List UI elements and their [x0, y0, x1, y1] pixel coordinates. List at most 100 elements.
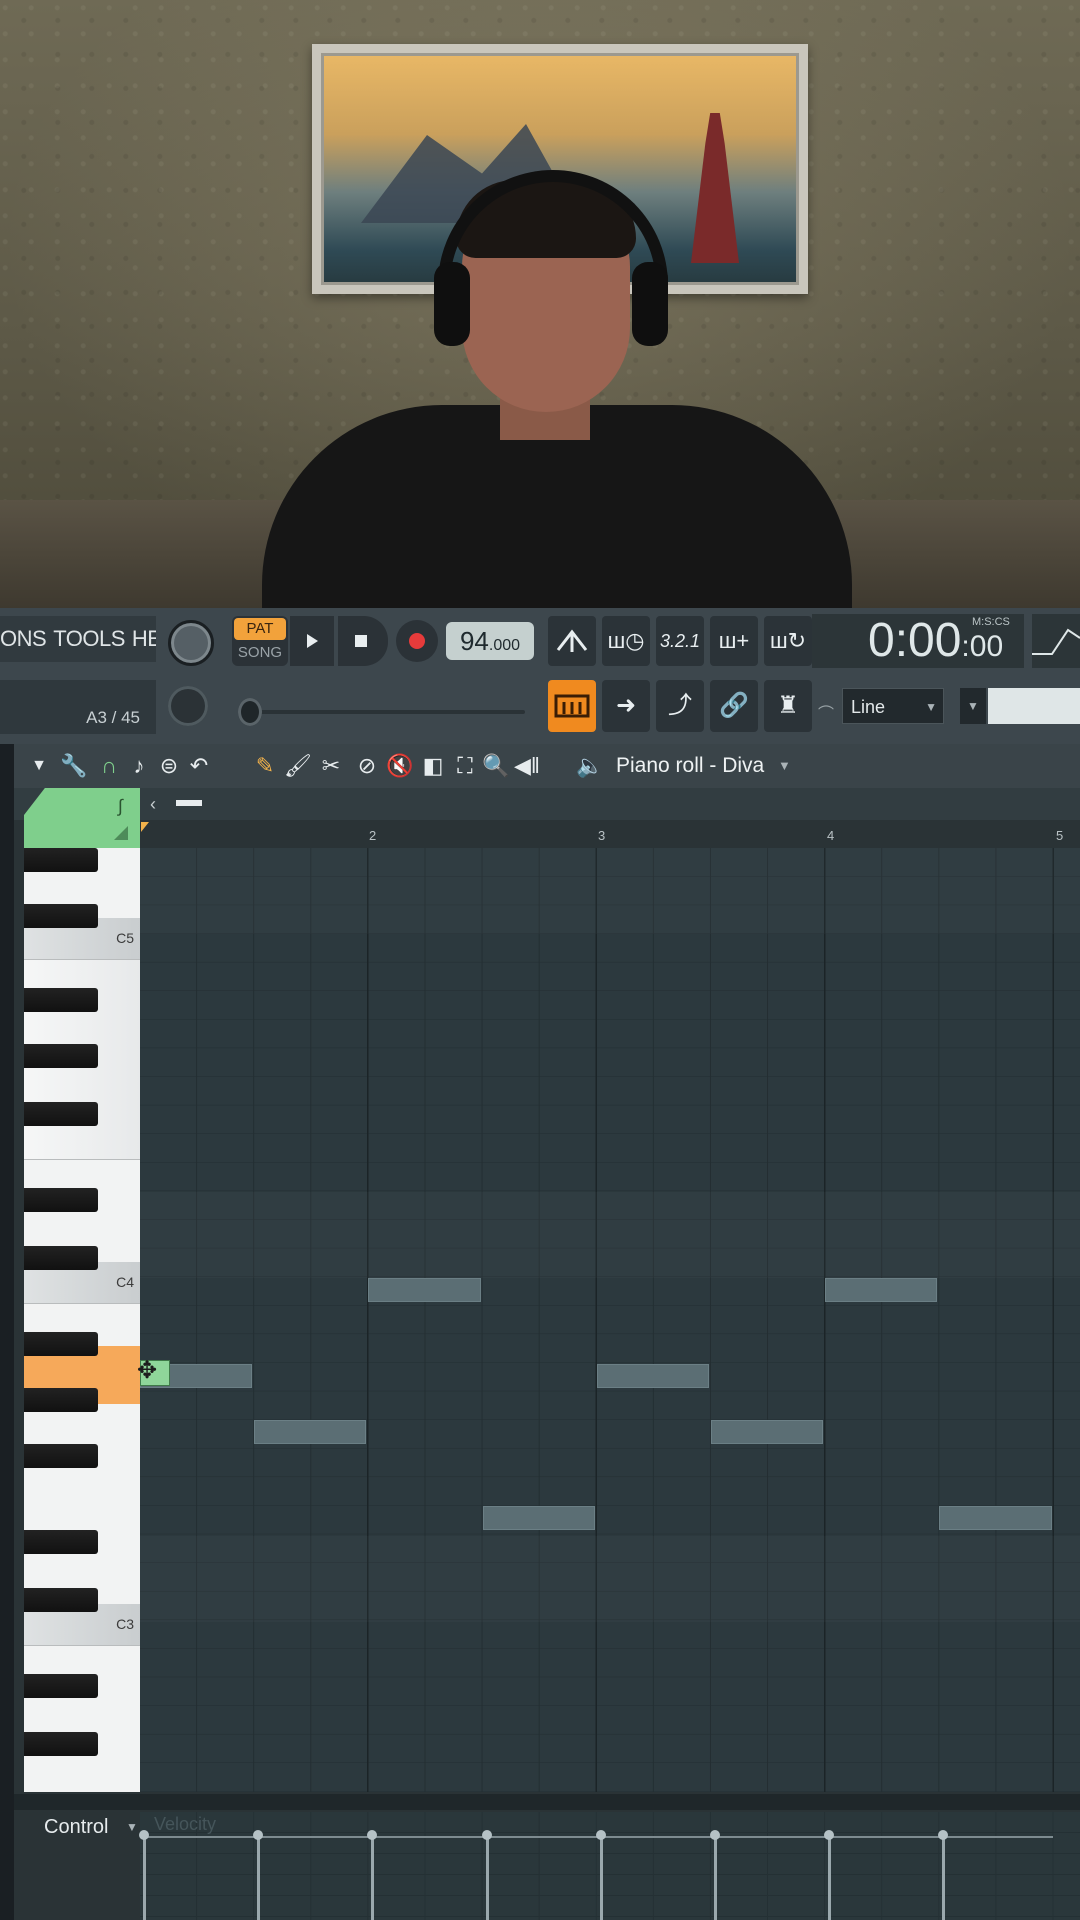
- pattern-slider-thumb[interactable]: [238, 698, 262, 726]
- velocity-stem[interactable]: [257, 1836, 261, 1920]
- brush-icon[interactable]: 🖌: [284, 752, 312, 780]
- playback-icon[interactable]: ◀‖: [514, 752, 540, 780]
- select-icon[interactable]: ⛶: [452, 752, 478, 780]
- record-button[interactable]: [396, 620, 438, 662]
- piano-key-black[interactable]: [24, 848, 98, 872]
- note-block[interactable]: [825, 1278, 938, 1302]
- list-icon[interactable]: ⊜: [156, 752, 182, 780]
- note-block[interactable]: [254, 1420, 367, 1444]
- pattern-slider-track[interactable]: [250, 710, 525, 714]
- chevron-down-icon[interactable]: ▼: [126, 1820, 138, 1834]
- pencil-icon[interactable]: ✎: [252, 752, 278, 780]
- menu-tools[interactable]: TOOLS: [53, 626, 125, 651]
- velocity-stem[interactable]: [828, 1836, 832, 1920]
- pat-mode-button[interactable]: PAT: [234, 618, 286, 640]
- note-block[interactable]: [711, 1420, 824, 1444]
- note-icon[interactable]: ♪: [126, 752, 152, 780]
- velocity-stem[interactable]: [599, 1836, 603, 1920]
- piano-key-black[interactable]: [24, 1044, 98, 1068]
- link-icon: 🔗: [719, 692, 749, 719]
- mixer-icon: ♜: [777, 692, 799, 719]
- song-mode-button[interactable]: SONG: [234, 642, 286, 664]
- piano-key-black[interactable]: [24, 1732, 98, 1756]
- piano-key-black[interactable]: [24, 988, 98, 1012]
- pattern-name-field[interactable]: [988, 688, 1080, 724]
- wrench-icon[interactable]: 🔧: [60, 752, 87, 780]
- piano-key-black[interactable]: [24, 1188, 98, 1212]
- playhead-marker[interactable]: [141, 822, 149, 832]
- note-block[interactable]: [596, 1364, 709, 1388]
- horizontal-scrollbar-thumb[interactable]: [176, 800, 202, 806]
- snap-select[interactable]: Line ▼: [842, 688, 944, 724]
- velocity-handle[interactable]: [481, 1830, 492, 1840]
- resize-corner-icon[interactable]: [114, 826, 128, 840]
- event-editor-divider[interactable]: [14, 1794, 1080, 1810]
- chevron-down-icon: ▼: [925, 700, 937, 714]
- menu-help[interactable]: HELP: [132, 626, 156, 651]
- master-volume-knob[interactable]: [168, 620, 214, 666]
- piano-key-black[interactable]: [24, 1530, 98, 1554]
- note-block[interactable]: [368, 1278, 481, 1302]
- link-button[interactable]: 🔗: [710, 680, 758, 732]
- note-block[interactable]: [482, 1506, 595, 1530]
- note-grid[interactable]: [140, 848, 1080, 1792]
- delete-icon[interactable]: ⊘: [354, 752, 380, 780]
- piano-key-black[interactable]: [24, 1246, 98, 1270]
- velocity-handle[interactable]: [139, 1830, 149, 1840]
- chevron-down-icon[interactable]: ▼: [778, 752, 791, 780]
- chop-icon[interactable]: ✂: [318, 752, 344, 780]
- menu-options[interactable]: ONS: [0, 626, 47, 651]
- note-block[interactable]: [939, 1506, 1052, 1530]
- piano-key-black[interactable]: [24, 904, 98, 928]
- undo-icon[interactable]: ↶: [186, 752, 212, 780]
- velocity-handle[interactable]: [595, 1830, 606, 1840]
- velocity-stem[interactable]: [485, 1836, 489, 1920]
- countdown-button[interactable]: 3.2.1: [656, 616, 704, 666]
- arrow-icon: ➜: [615, 692, 637, 719]
- time-format-label[interactable]: M:S:CS: [972, 616, 1010, 628]
- velocity-stem[interactable]: [143, 1836, 146, 1920]
- piano-keyboard[interactable]: C5 C4 C3: [24, 848, 140, 1792]
- velocity-stem[interactable]: [371, 1836, 375, 1920]
- play-icon: [307, 634, 318, 648]
- curve-button[interactable]: ⤴: [656, 680, 704, 732]
- zoom-icon[interactable]: 🔍: [482, 752, 509, 780]
- menu-arrow-icon[interactable]: ▼: [26, 752, 52, 780]
- control-selector[interactable]: Control: [44, 1816, 108, 1839]
- slip-icon[interactable]: ◧: [420, 752, 446, 780]
- play-button[interactable]: [290, 616, 334, 666]
- velocity-stem[interactable]: [942, 1836, 946, 1920]
- tempo-display[interactable]: 94.000: [446, 622, 534, 660]
- piano-key-black[interactable]: [24, 1332, 98, 1356]
- step-edit-button[interactable]: ш+: [710, 616, 758, 666]
- metronome-icon: [556, 629, 588, 652]
- piano-key-black[interactable]: [24, 1102, 98, 1126]
- metronome-button[interactable]: [548, 616, 596, 666]
- stop-icon: [355, 635, 367, 647]
- chevron-down-icon: ▼: [967, 699, 979, 713]
- piano-key-black[interactable]: [24, 1674, 98, 1698]
- pattern-dropdown-button[interactable]: ▼: [960, 688, 986, 724]
- speaker-icon[interactable]: 🔈: [576, 752, 603, 780]
- arrow-button[interactable]: ➜: [602, 680, 650, 732]
- velocity-lane[interactable]: [140, 1812, 1080, 1920]
- velocity-stem[interactable]: [714, 1836, 717, 1920]
- piano-key-black[interactable]: [24, 1444, 98, 1468]
- loop-record-button[interactable]: ш↻: [764, 616, 812, 666]
- piano-key-black[interactable]: [24, 1588, 98, 1612]
- mixer-button[interactable]: ♜: [764, 680, 812, 732]
- velocity-handle[interactable]: [710, 1830, 720, 1840]
- toolbar-row-transport: ONSTOOLS HELP PAT SONG 94.000 ш◷ 3.2.1 ш+…: [0, 608, 1080, 670]
- typing-keyboard-button[interactable]: [548, 680, 596, 732]
- scroll-left-icon[interactable]: ‹: [140, 790, 166, 818]
- headphones-right-cup: [632, 262, 668, 346]
- piano-key-black[interactable]: [24, 1388, 98, 1412]
- bar-ruler[interactable]: 2 3 4 5: [140, 820, 1080, 848]
- wait-for-input-button[interactable]: ш◷: [602, 616, 650, 666]
- stop-button[interactable]: [338, 616, 388, 666]
- tempo-decimals: .000: [488, 637, 521, 654]
- master-pitch-knob[interactable]: [168, 686, 208, 726]
- piano-roll-title[interactable]: Piano roll - Diva: [616, 752, 764, 780]
- magnet-icon[interactable]: ∩: [96, 752, 122, 780]
- mute-icon[interactable]: 🔇: [386, 752, 413, 780]
